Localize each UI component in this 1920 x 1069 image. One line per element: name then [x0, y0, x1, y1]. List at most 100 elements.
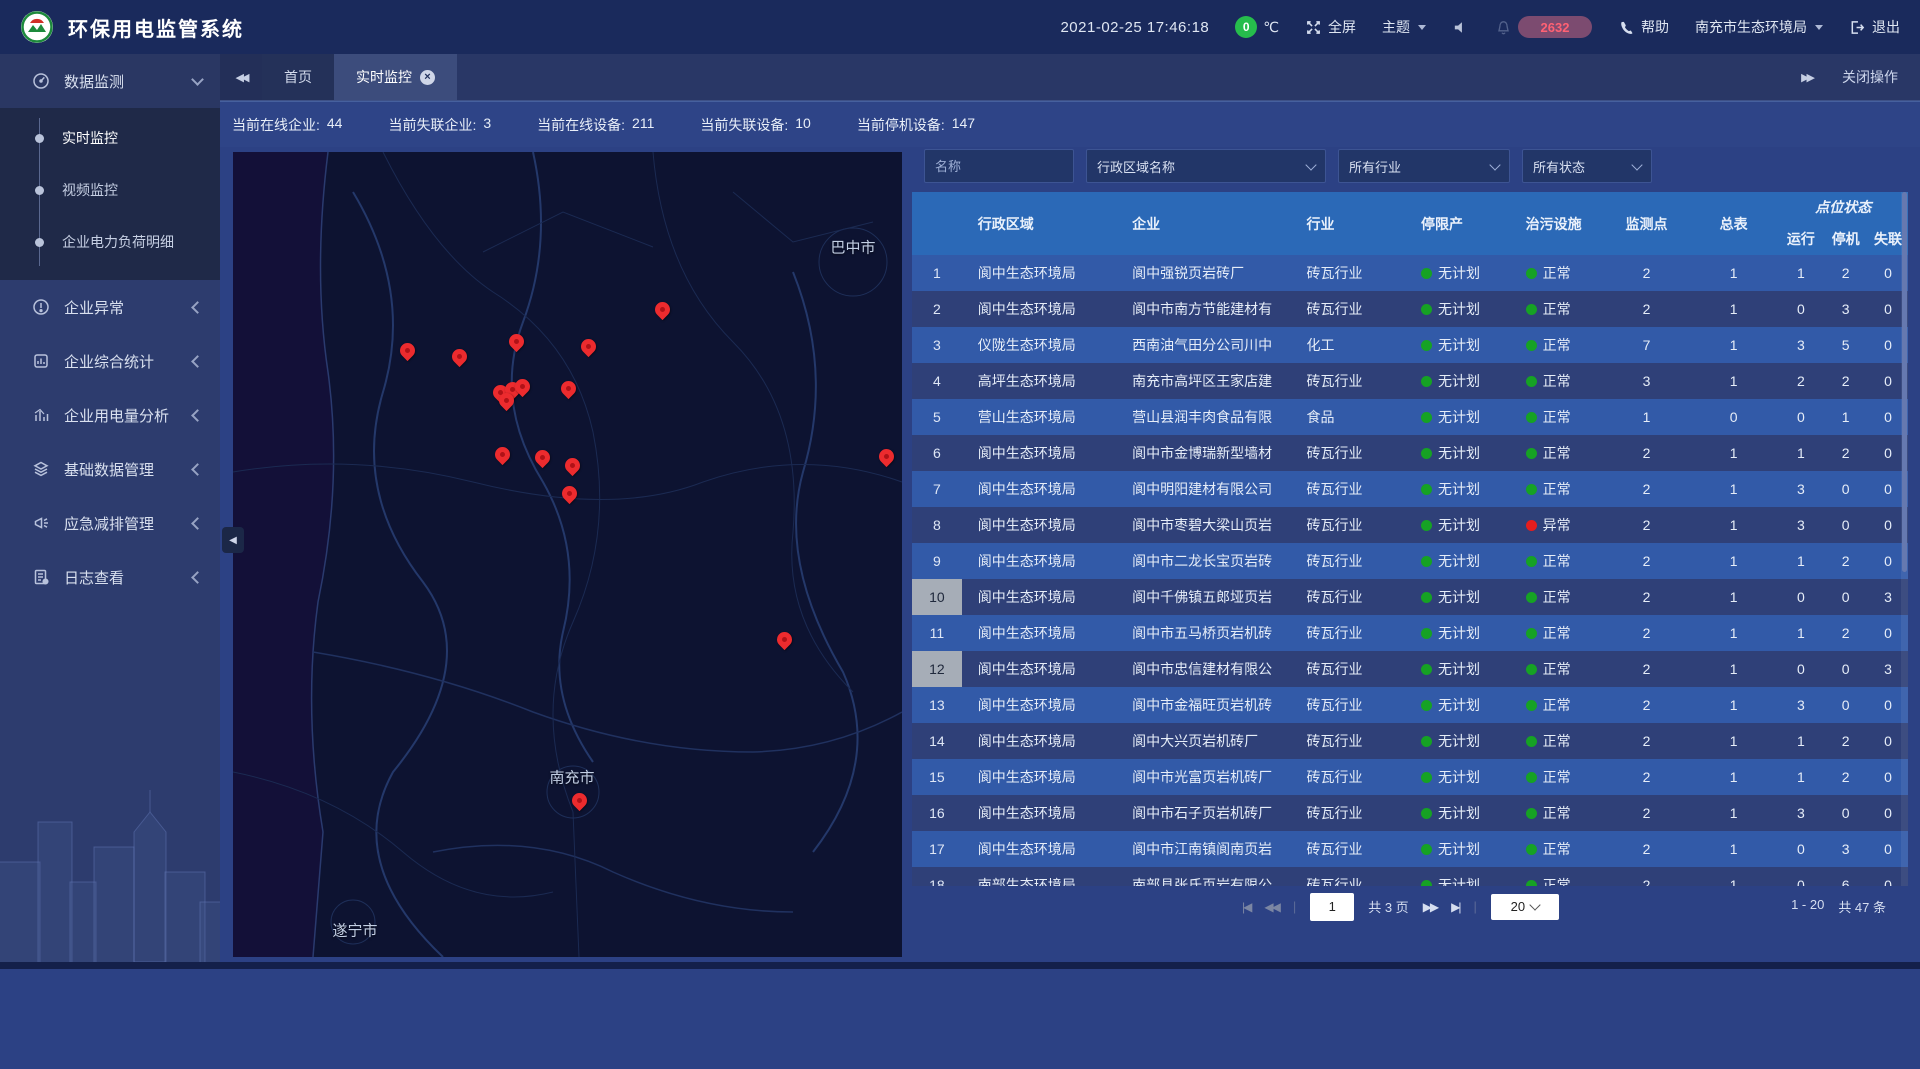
- scrollbar-thumb[interactable]: [1902, 192, 1907, 572]
- prev-page-button[interactable]: ◀◀: [1264, 900, 1278, 914]
- theme-menu[interactable]: 主题: [1382, 17, 1426, 37]
- content-area: ◀: [220, 147, 1920, 963]
- last-page-button[interactable]: ▶|: [1451, 900, 1459, 914]
- cell-stop-limit: 无计划: [1405, 615, 1510, 651]
- cell-company: 阆中市光富页岩机砖厂: [1116, 759, 1290, 795]
- tabs-scroll-right-button[interactable]: ▶▶: [1801, 71, 1812, 84]
- sidebar-item-realtime-monitoring[interactable]: 实时监控: [0, 112, 220, 164]
- sidebar-item-emergency-reduction[interactable]: 应急减排管理: [0, 496, 220, 550]
- table-row[interactable]: 14 阆中生态环境局 阆中大兴页岩机砖厂 砖瓦行业 无计划 正常: [912, 723, 1908, 759]
- cell-industry: 砖瓦行业: [1290, 831, 1405, 867]
- total-count-label: 共 47 条: [1838, 897, 1886, 916]
- status-dot-icon: [1421, 556, 1432, 567]
- name-search-input[interactable]: [924, 149, 1074, 183]
- cell-stop-limit: 无计划: [1405, 579, 1510, 615]
- table-row[interactable]: 13 阆中生态环境局 阆中市金福旺页岩机砖 砖瓦行业 无计划 正常: [912, 687, 1908, 723]
- sidebar-item-enterprise-anomaly[interactable]: 企业异常: [0, 280, 220, 334]
- first-page-button[interactable]: |◀: [1242, 900, 1250, 914]
- status-dot-icon: [1421, 844, 1432, 855]
- status-dot-icon: [1526, 340, 1537, 351]
- table-row[interactable]: 7 阆中生态环境局 阆中明阳建材有限公司 砖瓦行业 无计划 正常: [912, 471, 1908, 507]
- table-row[interactable]: 1 阆中生态环境局 阆中强锐页岩砖厂 砖瓦行业 无计划 正常 2: [912, 255, 1908, 291]
- cell-facility: 正常: [1510, 435, 1605, 471]
- table-row[interactable]: 18 南部生态环境局 南部县张氏页岩有限公 砖瓦行业 无计划 正常: [912, 867, 1908, 886]
- cell-industry: 砖瓦行业: [1290, 291, 1405, 327]
- enterprise-table: 行政区域 企业 行业 停限产 治污设施 监测点 总表 点位状态 运行 停机: [912, 192, 1908, 886]
- sidebar-item-enterprise-statistics[interactable]: 企业综合统计: [0, 334, 220, 388]
- table-row[interactable]: 3 仪陇生态环境局 西南油气田分公司川中 化工 无计划 正常 7: [912, 327, 1908, 363]
- table-row[interactable]: 2 阆中生态环境局 阆中市南方节能建材有 砖瓦行业 无计划 正常: [912, 291, 1908, 327]
- close-tab-icon[interactable]: ×: [420, 70, 435, 85]
- cell-facility: 正常: [1510, 651, 1605, 687]
- cell-halt: 1: [1823, 399, 1868, 435]
- sidebar-collapse-toggle[interactable]: ◀: [222, 527, 244, 553]
- stat-value: 44: [327, 115, 343, 135]
- sidebar-item-video-monitoring[interactable]: 视频监控: [0, 164, 220, 216]
- cell-company: 营山县润丰肉食品有限: [1116, 399, 1290, 435]
- industry-select[interactable]: 所有行业: [1338, 149, 1510, 183]
- sidebar-submenu: 实时监控 视频监控 企业电力负荷明细: [0, 108, 220, 280]
- sidebar-item-data-monitoring[interactable]: 数据监测: [0, 54, 220, 108]
- cell-index: 8: [912, 507, 962, 543]
- tab-home[interactable]: 首页: [262, 54, 334, 100]
- page-size-select[interactable]: 20: [1491, 894, 1559, 920]
- tabs-scroll-left-button[interactable]: ◀◀: [220, 54, 262, 100]
- cell-meter: 1: [1689, 795, 1779, 831]
- table-row[interactable]: 6 阆中生态环境局 阆中市金博瑞新型墙材 砖瓦行业 无计划 正常: [912, 435, 1908, 471]
- stat-item: 当前在线设备:211: [537, 115, 654, 135]
- cell-company: 阆中千佛镇五郎垭页岩: [1116, 579, 1290, 615]
- cell-facility: 正常: [1510, 795, 1605, 831]
- cell-index: 1: [912, 255, 962, 291]
- next-page-button[interactable]: ▶▶: [1423, 900, 1437, 914]
- filter-bar: 行政区域名称 所有行业 所有状态: [912, 149, 1908, 183]
- region-select[interactable]: 行政区域名称: [1086, 149, 1326, 183]
- mute-speaker-icon[interactable]: [1452, 19, 1469, 36]
- status-dot-icon: [1526, 448, 1537, 459]
- status-select[interactable]: 所有状态: [1522, 149, 1652, 183]
- cell-stop-limit: 无计划: [1405, 435, 1510, 471]
- chevron-left-icon: [191, 517, 204, 530]
- cell-run: 0: [1778, 831, 1823, 867]
- stat-value: 211: [632, 115, 654, 135]
- cell-facility: 正常: [1510, 867, 1605, 886]
- table-row[interactable]: 10 阆中生态环境局 阆中千佛镇五郎垭页岩 砖瓦行业 无计划 正常: [912, 579, 1908, 615]
- cell-industry: 砖瓦行业: [1290, 579, 1405, 615]
- table-row[interactable]: 15 阆中生态环境局 阆中市光富页岩机砖厂 砖瓦行业 无计划 正常: [912, 759, 1908, 795]
- sidebar-item-logs[interactable]: 日志查看: [0, 550, 220, 604]
- cell-monitor: 2: [1604, 291, 1689, 327]
- sidebar-item-base-data[interactable]: 基础数据管理: [0, 442, 220, 496]
- app: { "header": { "title": "环保用电监管系统", "date…: [0, 0, 1920, 969]
- sidebar: 数据监测 实时监控 视频监控 企业电力负荷明细 企业异常: [0, 54, 220, 962]
- table-row[interactable]: 16 阆中生态环境局 阆中市石子页岩机砖厂 砖瓦行业 无计划 正常: [912, 795, 1908, 831]
- cell-facility: 正常: [1510, 759, 1605, 795]
- org-menu[interactable]: 南充市生态环境局: [1695, 17, 1823, 37]
- sidebar-item-power-analysis[interactable]: 企业用电量分析: [0, 388, 220, 442]
- cell-halt: 0: [1823, 795, 1868, 831]
- table-scrollbar[interactable]: [1901, 192, 1908, 886]
- chevron-down-icon: [191, 73, 204, 86]
- status-dot-icon: [1421, 664, 1432, 675]
- datetime: 2021-02-25 17:46:18: [1060, 19, 1209, 36]
- table-row[interactable]: 5 营山生态环境局 营山县润丰肉食品有限 食品 无计划 正常 1: [912, 399, 1908, 435]
- cell-industry: 砖瓦行业: [1290, 435, 1405, 471]
- sidebar-item-power-load-detail[interactable]: 企业电力负荷明细: [0, 216, 220, 268]
- cell-stop-limit: 无计划: [1405, 291, 1510, 327]
- close-operations-menu[interactable]: 关闭操作: [1842, 67, 1898, 87]
- cell-region: 阆中生态环境局: [962, 651, 1116, 687]
- tab-realtime-monitoring[interactable]: 实时监控 ×: [334, 54, 457, 100]
- table-row[interactable]: 12 阆中生态环境局 阆中市忠信建材有限公 砖瓦行业 无计划 正常: [912, 651, 1908, 687]
- table-row[interactable]: 8 阆中生态环境局 阆中市枣碧大梁山页岩 砖瓦行业 无计划 异常: [912, 507, 1908, 543]
- page-number-input[interactable]: [1310, 893, 1354, 921]
- table-row[interactable]: 17 阆中生态环境局 阆中市江南镇阆南页岩 砖瓦行业 无计划 正常: [912, 831, 1908, 867]
- table-row[interactable]: 4 高坪生态环境局 南充市高坪区王家店建 砖瓦行业 无计划 正常: [912, 363, 1908, 399]
- cell-index: 14: [912, 723, 962, 759]
- help-button[interactable]: 帮助: [1618, 17, 1669, 37]
- table-row[interactable]: 11 阆中生态环境局 阆中市五马桥页岩机砖 砖瓦行业 无计划 正常: [912, 615, 1908, 651]
- top-header: 环保用电监管系统 2021-02-25 17:46:18 0 ℃ 全屏 主题: [0, 0, 1920, 54]
- notifications[interactable]: 2632: [1495, 16, 1592, 38]
- table-row[interactable]: 9 阆中生态环境局 阆中市二龙长宝页岩砖 砖瓦行业 无计划 正常: [912, 543, 1908, 579]
- col-region: 行政区域: [962, 192, 1116, 255]
- status-dot-icon: [1526, 628, 1537, 639]
- logout-button[interactable]: 退出: [1849, 17, 1900, 37]
- fullscreen-button[interactable]: 全屏: [1305, 17, 1356, 37]
